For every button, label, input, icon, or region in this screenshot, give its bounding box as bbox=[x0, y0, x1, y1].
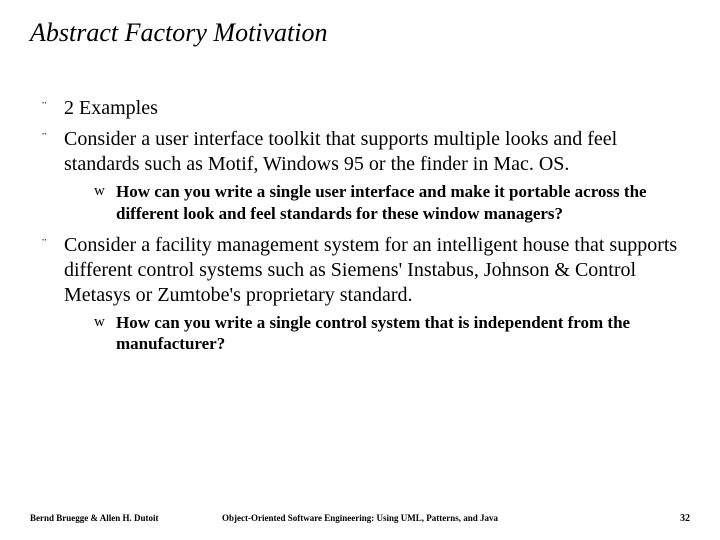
footer-author: Bernd Bruegge & Allen H. Dutoit bbox=[30, 513, 195, 523]
bullet-text: Consider a facility management system fo… bbox=[64, 234, 677, 306]
slide: Abstract Factory Motivation 2 Examples C… bbox=[0, 0, 720, 355]
footer: Bernd Bruegge & Allen H. Dutoit Object-O… bbox=[0, 513, 720, 524]
sub-list: How can you write a single user interfac… bbox=[64, 181, 690, 225]
sub-text: How can you write a single control syste… bbox=[116, 313, 630, 354]
list-item: Consider a user interface toolkit that s… bbox=[42, 127, 690, 225]
sub-text: How can you write a single user interfac… bbox=[116, 182, 647, 223]
bullet-text: 2 Examples bbox=[64, 97, 158, 119]
list-item: 2 Examples bbox=[42, 96, 690, 121]
sub-item: How can you write a single control syste… bbox=[94, 312, 690, 356]
footer-book: Object-Oriented Software Engineering: Us… bbox=[195, 513, 525, 523]
page-number: 32 bbox=[525, 513, 690, 524]
bullet-text: Consider a user interface toolkit that s… bbox=[64, 128, 617, 175]
bullet-list: 2 Examples Consider a user interface too… bbox=[30, 96, 690, 355]
list-item: Consider a facility management system fo… bbox=[42, 233, 690, 356]
sub-item: How can you write a single user interfac… bbox=[94, 181, 690, 225]
sub-list: How can you write a single control syste… bbox=[64, 312, 690, 356]
page-title: Abstract Factory Motivation bbox=[30, 18, 690, 48]
